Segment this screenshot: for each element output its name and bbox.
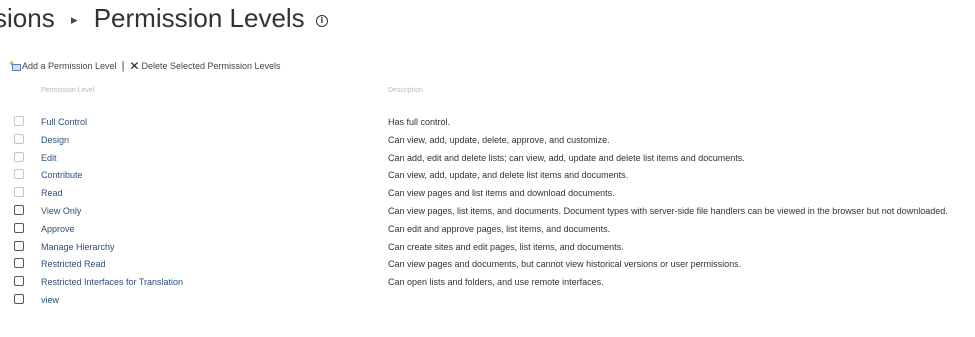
table-row: Full Control Has full control. bbox=[0, 116, 975, 134]
row-checkbox[interactable] bbox=[14, 223, 24, 233]
delete-permission-levels-label: Delete Selected Permission Levels bbox=[141, 61, 281, 71]
permission-level-link[interactable]: Edit bbox=[41, 153, 57, 163]
permission-level-link[interactable]: Design bbox=[41, 135, 69, 145]
table-row: Read Can view pages and list items and do… bbox=[0, 187, 975, 205]
permission-level-description: Can view, add, update, and delete list i… bbox=[388, 170, 629, 180]
page-title: sions ▸ Permission Levels i bbox=[0, 1, 328, 40]
add-permission-level-button[interactable]: + Add a Permission Level bbox=[9, 58, 117, 72]
permission-level-description: Can create sites and edit pages, list it… bbox=[388, 242, 624, 252]
breadcrumb-current: Permission Levels bbox=[93, 3, 305, 33]
row-checkbox bbox=[14, 169, 24, 179]
table-row: Contribute Can view, add, update, and del… bbox=[0, 169, 975, 187]
table-row: Restricted Read Can view pages and docume… bbox=[0, 258, 975, 276]
row-checkbox[interactable] bbox=[14, 258, 24, 268]
toolbar: + Add a Permission Level | ✕ Delete Sele… bbox=[9, 58, 281, 73]
add-permission-level-label: Add a Permission Level bbox=[22, 61, 117, 71]
row-checkbox bbox=[14, 116, 24, 126]
row-checkbox bbox=[14, 187, 24, 197]
permission-level-description: Can view pages, list items, and document… bbox=[388, 206, 948, 216]
row-checkbox bbox=[14, 152, 24, 162]
row-checkbox bbox=[14, 134, 24, 144]
permission-level-description: Can open lists and folders, and use remo… bbox=[388, 277, 604, 287]
table-row: Manage Hierarchy Can create sites and edi… bbox=[0, 241, 975, 259]
breadcrumb-arrow-icon: ▸ bbox=[70, 12, 78, 27]
info-icon[interactable]: i bbox=[315, 15, 328, 27]
permission-level-link[interactable]: View Only bbox=[41, 206, 81, 216]
column-header-permission-level: Permission Level bbox=[41, 87, 95, 94]
row-checkbox[interactable] bbox=[14, 294, 24, 304]
permission-level-description: Can edit and approve pages, list items, … bbox=[388, 224, 611, 234]
row-checkbox[interactable] bbox=[14, 205, 24, 215]
toolbar-separator: | bbox=[121, 60, 125, 72]
permission-level-link[interactable]: Restricted Interfaces for Translation bbox=[41, 277, 183, 287]
table-row: Restricted Interfaces for Translation Can… bbox=[0, 276, 975, 294]
delete-x-icon: ✕ bbox=[129, 58, 140, 73]
table-row: View Only Can view pages, list items, and… bbox=[0, 205, 975, 223]
permission-level-link[interactable]: Read bbox=[41, 188, 63, 198]
permission-level-link[interactable]: Manage Hierarchy bbox=[41, 242, 115, 252]
permission-level-description: Can view, add, update, delete, approve, … bbox=[388, 135, 610, 145]
table-row: Design Can view, add, update, delete, app… bbox=[0, 134, 975, 152]
add-list-icon: + bbox=[9, 58, 21, 71]
breadcrumb-parent[interactable]: sions bbox=[0, 3, 55, 33]
table-row: view bbox=[0, 294, 975, 312]
permission-level-description: Has full control. bbox=[388, 117, 451, 127]
permission-level-description: Can view pages and list items and downlo… bbox=[388, 188, 615, 198]
permission-level-link[interactable]: Contribute bbox=[41, 170, 83, 180]
table-row: Approve Can edit and approve pages, list … bbox=[0, 223, 975, 241]
permission-level-link[interactable]: Restricted Read bbox=[41, 259, 106, 269]
permission-level-link[interactable]: Approve bbox=[41, 224, 75, 234]
table-row: Edit Can add, edit and delete lists; can … bbox=[0, 152, 975, 170]
column-header-description: Description bbox=[388, 87, 424, 94]
permission-level-description: Can view pages and documents, but cannot… bbox=[388, 259, 742, 269]
row-checkbox[interactable] bbox=[14, 241, 24, 251]
permission-level-description: Can add, edit and delete lists; can view… bbox=[388, 153, 745, 163]
delete-permission-levels-button[interactable]: ✕ Delete Selected Permission Levels bbox=[129, 58, 281, 73]
permission-level-link[interactable]: view bbox=[41, 295, 59, 305]
permission-level-link[interactable]: Full Control bbox=[41, 117, 87, 127]
row-checkbox[interactable] bbox=[14, 276, 24, 286]
